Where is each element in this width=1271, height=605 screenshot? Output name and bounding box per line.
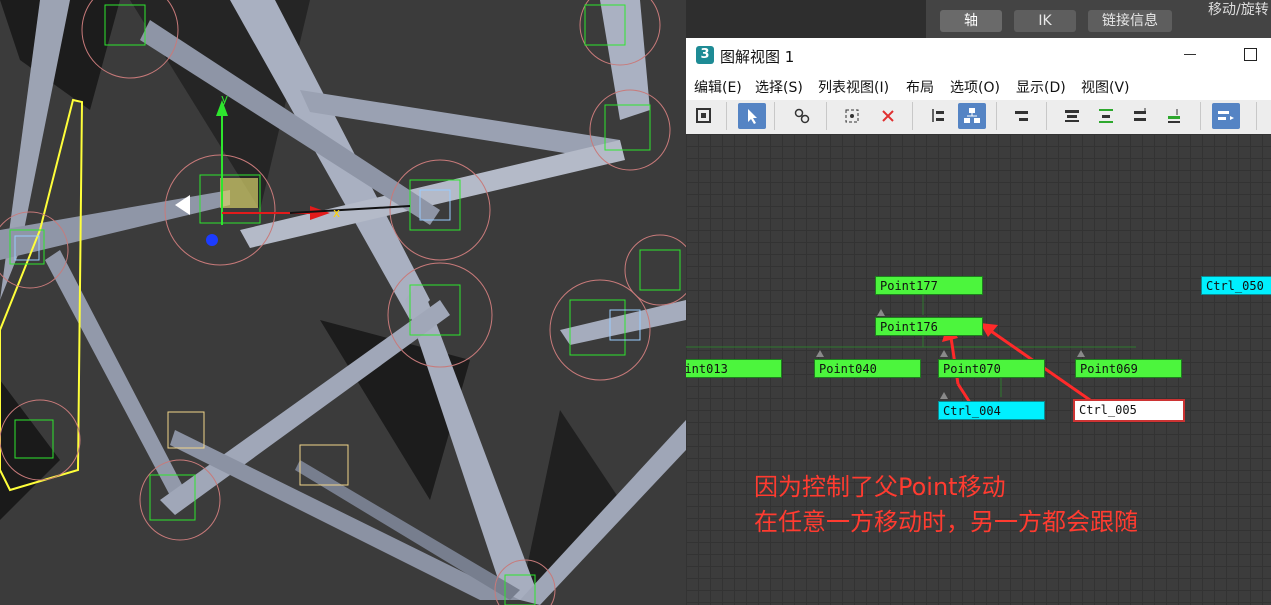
node-expand-icon[interactable] xyxy=(940,350,948,357)
axis-x-label: x xyxy=(333,206,340,220)
annotation-line-2: 在任意一方移动时，另一方都会跟随 xyxy=(754,508,1138,536)
select-icon[interactable] xyxy=(738,103,766,129)
node-point070[interactable]: Point070 xyxy=(938,359,1045,378)
node-expand-icon[interactable] xyxy=(940,392,948,399)
node-ctrl-005[interactable]: Ctrl_005 xyxy=(1073,399,1185,422)
perspective-viewport[interactable]: y x xyxy=(0,0,686,605)
node-ctrl-004[interactable]: Ctrl_004 xyxy=(938,401,1045,420)
app-logo-icon: 3 xyxy=(696,46,714,64)
node-ctrl-050[interactable]: Ctrl_050 xyxy=(1201,276,1271,295)
align-icon[interactable] xyxy=(1008,103,1036,129)
expand-icon[interactable] xyxy=(1126,103,1154,129)
viewport-top-strip xyxy=(686,0,926,38)
node-point069[interactable]: Point069 xyxy=(1075,359,1182,378)
node-point013[interactable]: Point013 xyxy=(686,359,782,378)
menu-options[interactable]: 选项(O) xyxy=(950,77,1000,97)
node-point013-label: Point013 xyxy=(686,362,728,376)
maximize-icon[interactable] xyxy=(1244,48,1257,61)
node-point176[interactable]: Point176 xyxy=(875,317,983,336)
unlink-icon[interactable] xyxy=(838,103,866,129)
menu-display[interactable]: 显示(D) xyxy=(1016,77,1066,97)
ik-button[interactable]: IK xyxy=(1014,10,1076,32)
preferences-icon[interactable] xyxy=(1212,103,1240,129)
arrange-icon[interactable] xyxy=(1058,103,1086,129)
schematic-graph-canvas[interactable]: Point177 Point176 Point013 Point040 Poin… xyxy=(686,134,1271,605)
collapse-icon[interactable] xyxy=(1092,103,1120,129)
schematic-view-window: 3 图解视图 1 编辑(E) 选择(S) 列表视图(I) 布局 选项(O) 显示… xyxy=(686,38,1271,605)
display-floater-icon[interactable] xyxy=(690,103,718,129)
node-point040[interactable]: Point040 xyxy=(814,359,921,378)
menu-select[interactable]: 选择(S) xyxy=(755,77,803,97)
node-point177[interactable]: Point177 xyxy=(875,276,983,295)
move-rotate-label: 移动/旋转 xyxy=(1208,2,1269,18)
axis-y-label: y xyxy=(221,92,228,106)
schematic-toolbar xyxy=(686,100,1271,135)
minimize-icon[interactable] xyxy=(1180,46,1200,62)
pivot-button[interactable]: 轴 xyxy=(940,10,1002,32)
menu-layout[interactable]: 布局 xyxy=(906,77,934,97)
connect-icon[interactable] xyxy=(788,103,816,129)
menu-list-views[interactable]: 列表视图(I) xyxy=(818,77,889,97)
annotation-line-1: 因为控制了父Point移动 xyxy=(754,473,1006,501)
menu-bar: 编辑(E) 选择(S) 列表视图(I) 布局 选项(O) 显示(D) 视图(V) xyxy=(686,72,1271,100)
link-info-button[interactable]: 链接信息 xyxy=(1088,10,1172,32)
window-title: 图解视图 1 xyxy=(720,48,795,66)
references-mode-icon[interactable] xyxy=(958,103,986,129)
viewport-scene: y x xyxy=(0,0,686,605)
delete-icon[interactable] xyxy=(874,103,902,129)
hierarchy-mode-icon[interactable] xyxy=(924,103,952,129)
title-bar: 3 图解视图 1 xyxy=(686,38,1271,72)
menu-edit[interactable]: 编辑(E) xyxy=(694,77,742,97)
menu-view[interactable]: 视图(V) xyxy=(1081,77,1130,97)
node-expand-icon[interactable] xyxy=(816,350,824,357)
node-expand-icon[interactable] xyxy=(1077,350,1085,357)
node-expand-icon[interactable] xyxy=(877,309,885,316)
shrink-icon[interactable] xyxy=(1160,103,1188,129)
